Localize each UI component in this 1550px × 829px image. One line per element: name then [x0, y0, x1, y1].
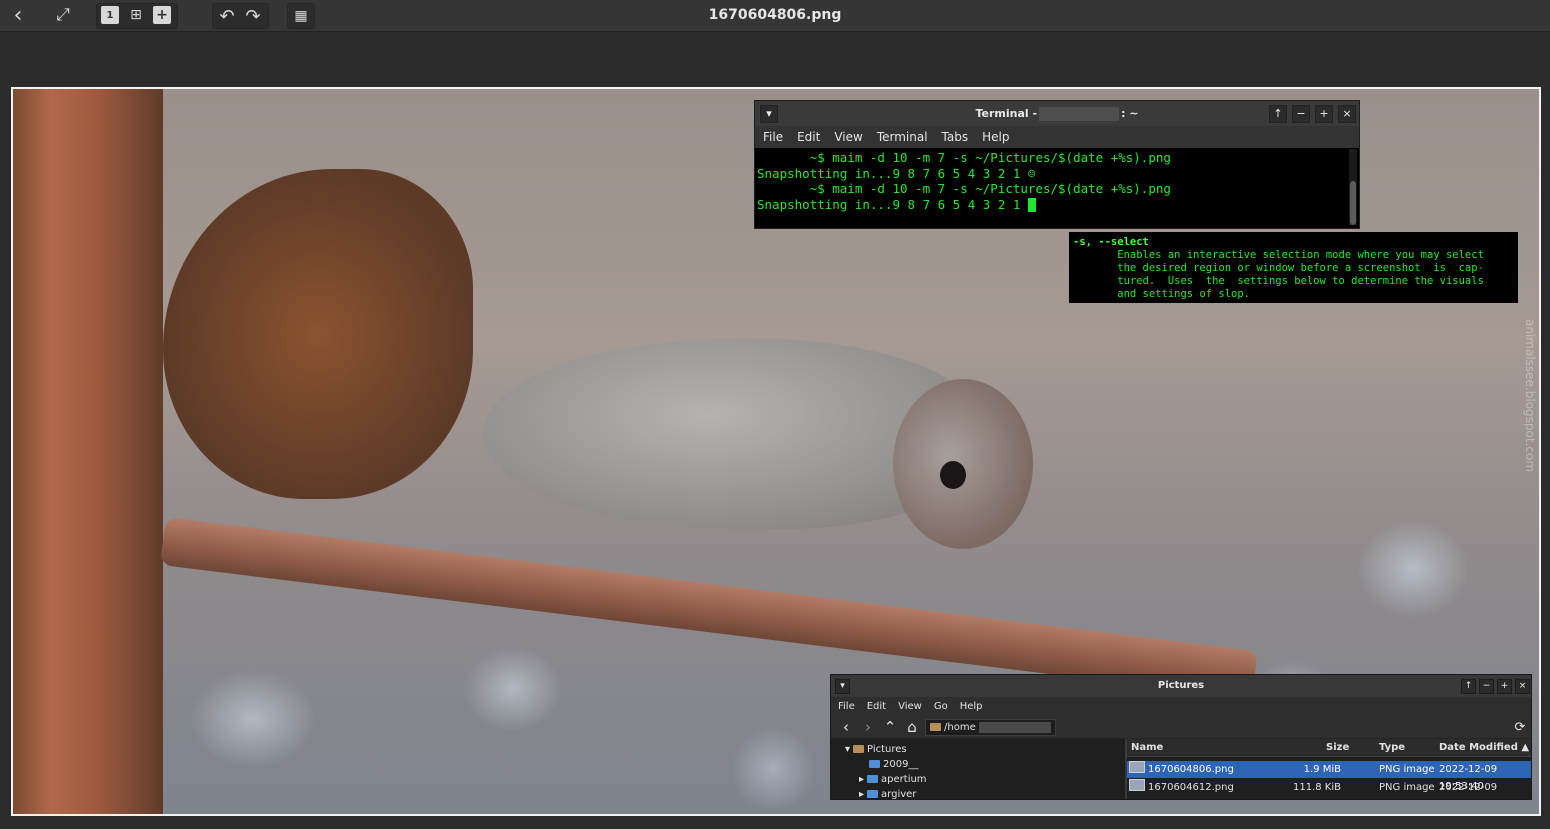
manpage-line: Enables an interactive selection mode wh… — [1073, 249, 1484, 261]
tree-trunk — [13, 89, 163, 814]
terminal-window: ▾ Terminal -: ~ ↑ − + × File Edit View T… — [754, 100, 1360, 229]
column-size[interactable]: Size — [1326, 739, 1349, 756]
column-name[interactable]: Name — [1131, 739, 1163, 756]
menu-help[interactable]: Help — [960, 701, 983, 712]
menu-view[interactable]: View — [834, 130, 862, 144]
folder-icon — [867, 775, 879, 783]
keep-above-icon[interactable]: ↑ — [1269, 105, 1287, 123]
file-type: PNG image — [1379, 782, 1435, 793]
expander-icon[interactable]: ▸ — [859, 789, 864, 800]
menu-file[interactable]: File — [838, 701, 855, 712]
manpage-line: and settings of slop. — [1073, 288, 1251, 300]
expander-icon[interactable]: ▾ — [845, 744, 850, 755]
file-manager-menubar: File Edit View Go Help — [831, 697, 1531, 716]
location-bar[interactable]: /home — [925, 718, 1056, 736]
file-size: 111.8 KiB — [1292, 782, 1341, 793]
file-manager-title: Pictures — [1157, 680, 1205, 691]
menu-terminal[interactable]: Terminal — [877, 130, 928, 144]
keep-above-icon[interactable]: ↑ — [1461, 679, 1476, 694]
menu-edit[interactable]: Edit — [797, 130, 820, 144]
tree-item[interactable]: ▾ Pictures — [845, 742, 907, 756]
terminal-line: Snapshotting in...9 8 7 6 5 4 3 2 1 ☺ — [757, 165, 1036, 181]
menu-edit[interactable]: Edit — [867, 701, 886, 712]
tree-item[interactable]: ▸ argiver — [859, 787, 916, 800]
manpage-line: the desired region or window before a sc… — [1073, 262, 1484, 274]
expander-icon[interactable]: ▸ — [859, 774, 864, 785]
file-row[interactable]: 1670604806.png 1.9 MiB PNG image 2022-12… — [1127, 761, 1531, 792]
parent-folder-icon[interactable]: ⌃ — [881, 718, 899, 736]
minimize-icon[interactable]: − — [1479, 679, 1494, 694]
file-manager-main: ▾ Pictures 2009__ ▸ apertium ▸ argiver N… — [831, 739, 1531, 799]
terminal-output[interactable]: ~$ maim -d 10 -m 7 -s ~/Pictures/$(date … — [755, 148, 1359, 212]
menu-go[interactable]: Go — [934, 701, 948, 712]
manpage-option: -s, --select — [1073, 236, 1149, 248]
back-icon[interactable]: ‹ — [837, 718, 855, 736]
folder-tree: ▾ Pictures 2009__ ▸ apertium ▸ argiver — [831, 739, 1127, 799]
file-date: 2022-12-09 19:50:25 — [1439, 782, 1498, 793]
manpage-excerpt: -s, --select Enables an interactive sele… — [1069, 232, 1518, 303]
file-name: 1670604806.png — [1148, 764, 1234, 775]
tree-item-label: argiver — [881, 788, 917, 800]
terminal-title-prefix: Terminal - — [975, 107, 1038, 120]
file-list-header: Name Size Type Date Modified ▲ — [1127, 739, 1531, 757]
column-type[interactable]: Type — [1379, 739, 1405, 756]
refresh-icon[interactable]: ⟳ — [1511, 720, 1529, 735]
manpage-line: tured. Uses the settings below to determ… — [1073, 275, 1484, 287]
minimize-icon[interactable]: − — [1292, 105, 1310, 123]
terminal-menubar: File Edit View Terminal Tabs Help — [755, 126, 1359, 148]
viewer-toolbar: ‹ ⤢ 1 ⊞ + ↶ ↷ ▦ 1670604806.png — [0, 0, 1550, 32]
tree-item-label: apertium — [881, 773, 927, 785]
terminal-line-active: Snapshotting in...9 8 7 6 5 4 3 2 1 — [757, 196, 1359, 212]
home-icon[interactable]: ⌂ — [903, 718, 921, 736]
close-icon[interactable]: × — [1338, 105, 1356, 123]
folder-icon — [930, 723, 941, 731]
column-date-modified[interactable]: Date Modified ▲ — [1439, 739, 1529, 756]
tree-item-label: 2009__ — [883, 758, 919, 770]
menu-tabs[interactable]: Tabs — [942, 130, 969, 144]
tree-item-label: Pictures — [867, 743, 907, 755]
redacted-username — [978, 721, 1051, 733]
squirrel-eye — [940, 461, 966, 489]
image-filename-title: 1670604806.png — [708, 7, 842, 23]
photo-watermark: animalssee.blogspot.com — [1523, 319, 1537, 473]
terminal-line: Snapshotting in...9 8 7 6 5 4 3 2 1 — [757, 196, 1028, 212]
tree-item[interactable]: 2009__ — [869, 757, 918, 771]
maximize-icon[interactable]: + — [1497, 679, 1512, 694]
menu-view[interactable]: View — [898, 701, 922, 712]
file-list: Name Size Type Date Modified ▲ 167060480… — [1127, 739, 1531, 799]
file-manager-window: ▾ Pictures ↑ − + × File Edit View Go Hel… — [830, 674, 1532, 800]
file-row[interactable]: 1670604612.png 111.8 KiB PNG image 2022-… — [1127, 779, 1531, 796]
terminal-scroll-thumb[interactable] — [1350, 181, 1356, 225]
forward-icon[interactable]: › — [859, 718, 877, 736]
file-name: 1670604612.png — [1148, 782, 1234, 793]
file-size: 1.9 MiB — [1303, 764, 1341, 775]
tree-item[interactable]: ▸ apertium — [859, 772, 927, 786]
terminal-line: ~$ maim -d 10 -m 7 -s ~/Pictures/$(date … — [757, 181, 1171, 196]
menu-file[interactable]: File — [763, 130, 783, 144]
squirrel-head — [893, 379, 1033, 549]
terminal-line: ~$ maim -d 10 -m 7 -s ~/Pictures/$(date … — [757, 150, 1171, 165]
terminal-cursor — [1027, 198, 1036, 212]
folder-icon — [867, 790, 879, 798]
file-manager-titlebar: ▾ Pictures ↑ − + × — [831, 675, 1531, 697]
image-file-icon — [1129, 779, 1145, 791]
close-icon[interactable]: × — [1515, 679, 1530, 694]
terminal-title-suffix: : ~ — [1121, 107, 1139, 120]
folder-icon — [853, 745, 865, 753]
image-file-icon — [1129, 761, 1145, 773]
file-type: PNG image — [1379, 764, 1435, 775]
terminal-titlebar: ▾ Terminal -: ~ ↑ − + × — [755, 101, 1359, 126]
file-manager-pathbar: ‹ › ⌃ ⌂ /home ⟳ — [831, 716, 1531, 738]
location-path: /home — [944, 721, 976, 733]
folder-icon — [869, 760, 880, 768]
maximize-icon[interactable]: + — [1315, 105, 1333, 123]
redacted-username — [1039, 107, 1120, 121]
menu-help[interactable]: Help — [982, 130, 1009, 144]
